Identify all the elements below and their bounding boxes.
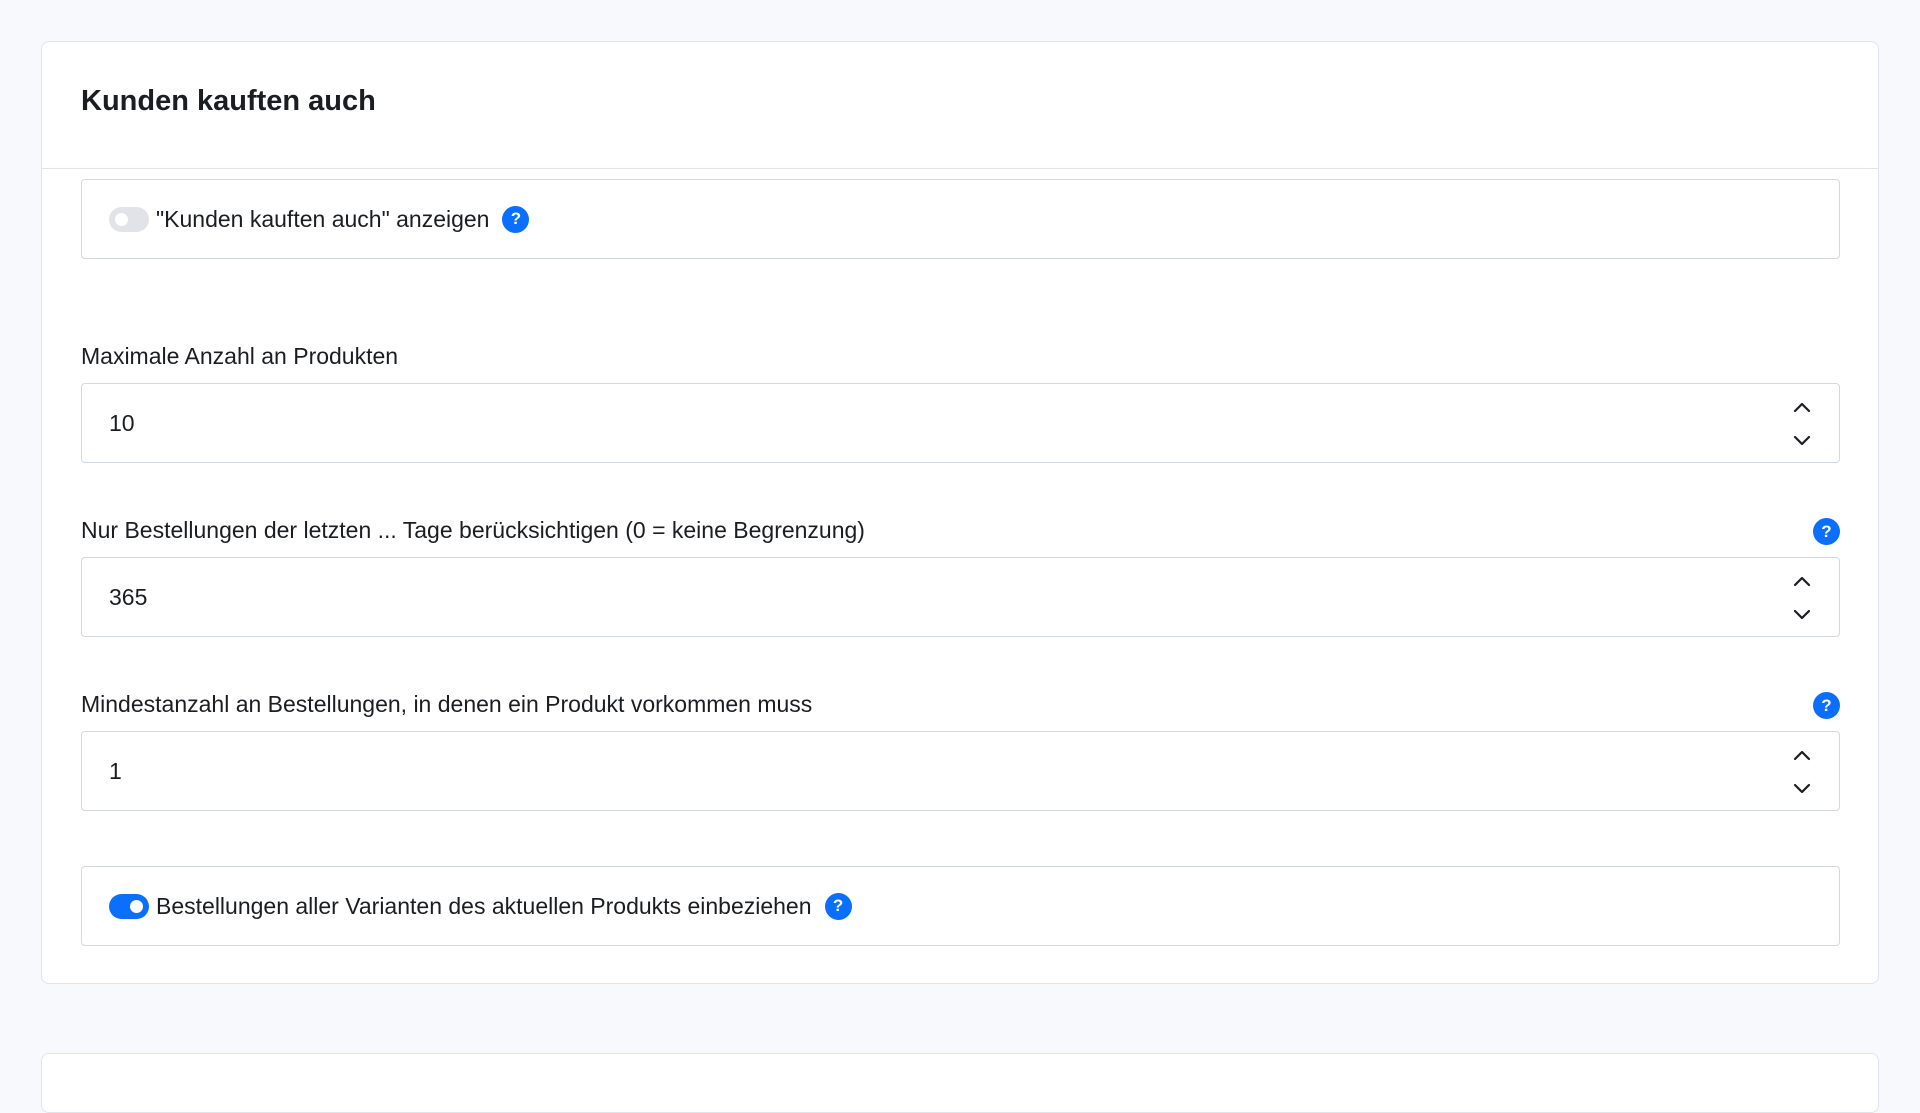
min-orders-label: Mindestanzahl an Bestellungen, in denen … [81, 691, 813, 717]
card-header: Kunden kauften auch [42, 42, 1878, 169]
max-products-label: Maximale Anzahl an Produkten [81, 343, 399, 369]
number-stepper [1789, 394, 1815, 454]
show-cross-selling-toggle[interactable] [109, 206, 149, 232]
show-cross-selling-field: "Kunden kauften auch" anzeigen ? [81, 179, 1840, 259]
toggle-knob [115, 212, 128, 226]
show-cross-selling-label[interactable]: "Kunden kauften auch" anzeigen [156, 206, 489, 233]
chevron-down-icon[interactable] [1789, 776, 1815, 802]
days-limit-input[interactable]: 365 [81, 557, 1840, 637]
include-variants-toggle[interactable] [109, 893, 149, 919]
min-orders-value[interactable]: 1 [109, 758, 1839, 785]
number-stepper [1789, 742, 1815, 802]
help-icon[interactable]: ? [824, 892, 852, 920]
days-limit-label: Nur Bestellungen der letzten ... Tage be… [81, 517, 865, 543]
toggle-knob [130, 899, 143, 913]
include-variants-label[interactable]: Bestellungen aller Varianten des aktuell… [156, 893, 812, 920]
settings-card-kunden-kauften-auch: Kunden kauften auch "Kunden kauften auch… [41, 41, 1879, 984]
min-orders-input[interactable]: 1 [81, 731, 1840, 811]
chevron-up-icon[interactable] [1789, 568, 1815, 594]
max-products-value[interactable]: 10 [109, 410, 1839, 437]
chevron-down-icon[interactable] [1789, 602, 1815, 628]
card-title: Kunden kauften auch [81, 84, 376, 117]
chevron-down-icon[interactable] [1789, 428, 1815, 454]
include-variants-field: Bestellungen aller Varianten des aktuell… [81, 866, 1840, 946]
max-products-input[interactable]: 10 [81, 383, 1840, 463]
help-icon[interactable]: ? [502, 205, 530, 233]
days-limit-value[interactable]: 365 [109, 584, 1839, 611]
chevron-up-icon[interactable] [1789, 742, 1815, 768]
help-icon[interactable]: ? [1813, 692, 1840, 719]
next-settings-card [41, 1053, 1879, 1113]
number-stepper [1789, 568, 1815, 628]
chevron-up-icon[interactable] [1789, 394, 1815, 420]
help-icon[interactable]: ? [1813, 518, 1840, 545]
